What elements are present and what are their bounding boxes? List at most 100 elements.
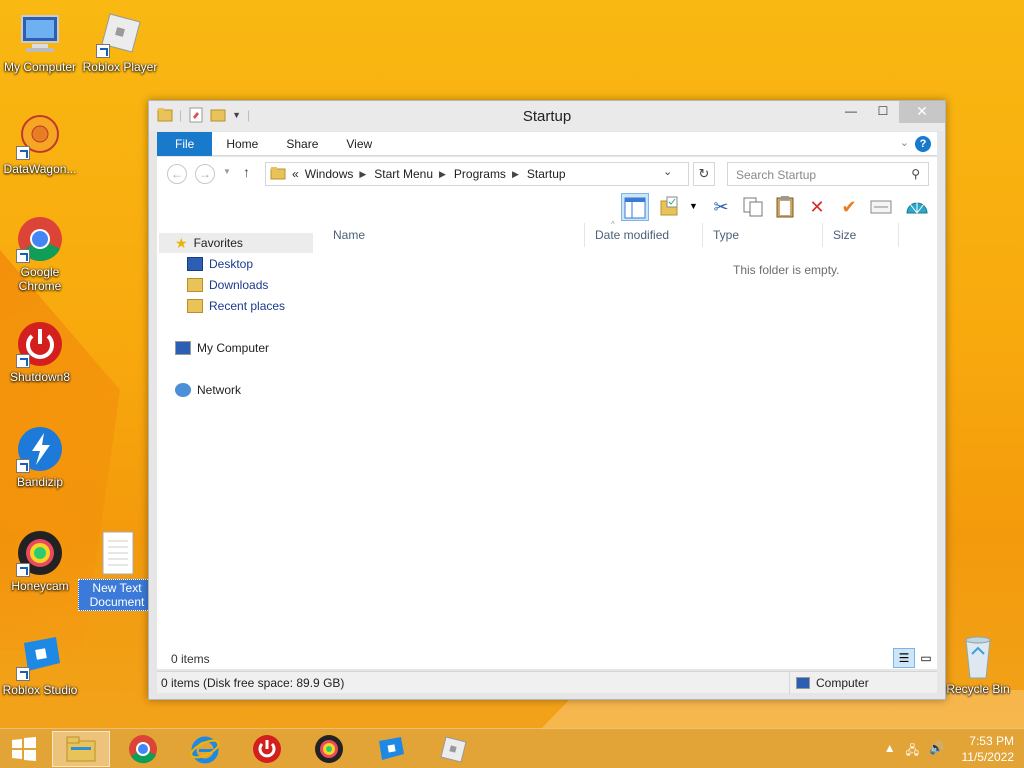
taskbar-internet-explorer[interactable] (176, 731, 234, 767)
desktop-icon-label: Roblox Player (82, 60, 158, 74)
nav-downloads[interactable]: Downloads (187, 275, 268, 295)
desktop-icon-new-text-document[interactable]: New Text Document (78, 529, 156, 611)
chrome-icon (129, 735, 157, 764)
tab-file[interactable]: File (157, 131, 213, 156)
honeycam-icon (315, 735, 343, 763)
tab-home[interactable]: Home (212, 132, 272, 156)
tab-view[interactable]: View (332, 132, 386, 156)
cut-icon[interactable]: ✂ (707, 193, 735, 221)
title-bar[interactable]: | ▼ | Startup — ☐ ✕ (149, 101, 945, 131)
properties-icon[interactable] (867, 193, 895, 221)
recent-places-icon (187, 299, 203, 313)
clock[interactable]: 7:53 PM 11/5/2022 (962, 733, 1015, 765)
rename-check-icon[interactable]: ✔ (835, 193, 863, 221)
close-button[interactable]: ✕ (899, 101, 945, 123)
power-icon (253, 735, 281, 763)
column-header-name[interactable]: Name (323, 223, 585, 247)
ribbon-tabs: File Home Share View ⌄ ? (157, 131, 937, 156)
maximize-button[interactable]: ☐ (867, 101, 899, 123)
folder-options-icon[interactable] (657, 193, 685, 221)
desktop-icon-roblox-studio[interactable]: Roblox Studio (0, 633, 80, 697)
breadcrumb-arrow-icon[interactable]: ▶ (512, 169, 519, 180)
show-hidden-icons-icon[interactable]: ▲ (884, 741, 896, 762)
copy-icon[interactable] (739, 193, 767, 221)
address-bar[interactable]: « Windows ▶ Start Menu ▶ Programs ▶ Star… (265, 162, 689, 186)
breadcrumb-startup[interactable]: Startup (527, 167, 566, 181)
nav-label: Desktop (209, 257, 254, 271)
taskbar-roblox-studio[interactable] (362, 731, 420, 767)
window-controls: — ☐ ✕ (835, 101, 945, 123)
system-tray: ▲ 🖧 🔊 (884, 741, 944, 762)
navigation-pane: ★ Favorites Desktop Downloads Recent pla… (157, 223, 315, 669)
up-arrow-icon[interactable]: ↑ (243, 164, 250, 180)
desktop-icon-bandizip[interactable]: Bandizip (0, 425, 80, 489)
start-button[interactable] (0, 731, 48, 767)
shell-icon[interactable] (903, 193, 931, 221)
nav-desktop[interactable]: Desktop (187, 254, 253, 274)
network-icon[interactable]: 🖧 (906, 741, 919, 762)
nav-favorites[interactable]: ★ Favorites (159, 233, 313, 253)
tab-share[interactable]: Share (272, 132, 332, 156)
shortcut-arrow-icon (16, 563, 30, 577)
search-icon[interactable]: ⚲ (911, 167, 920, 181)
refresh-button[interactable]: ↻ (693, 162, 715, 186)
chevron-down-icon[interactable]: ▼ (689, 201, 698, 211)
text-file-icon (93, 529, 141, 577)
breadcrumb-arrow-icon[interactable]: ▶ (359, 169, 366, 180)
nav-my-computer[interactable]: My Computer (175, 338, 269, 358)
explorer-window[interactable]: | ▼ | Startup — ☐ ✕ File Home Share View… (148, 100, 946, 700)
roblox-studio-icon (16, 633, 64, 681)
desktop-icon-datawagon[interactable]: DataWagon... (0, 112, 80, 176)
back-button[interactable]: ← (167, 164, 187, 184)
breadcrumb-programs[interactable]: Programs (454, 167, 506, 181)
items-count: 0 items (171, 652, 210, 666)
computer-icon (175, 341, 191, 355)
delete-icon[interactable]: ✕ (803, 193, 831, 221)
desktop-icon-label: Shutdown8 (9, 370, 71, 384)
help-icon[interactable]: ? (915, 136, 931, 152)
taskbar-roblox-player[interactable] (424, 731, 482, 767)
taskbar: ▲ 🖧 🔊 7:53 PM 11/5/2022 (0, 728, 1024, 768)
location-indicator: Computer (789, 672, 939, 694)
volume-icon[interactable]: 🔊 (929, 741, 944, 762)
file-list[interactable]: ^ Name Date modified Type Size This fold… (315, 220, 937, 669)
breadcrumb-start-menu[interactable]: Start Menu (374, 167, 433, 181)
taskbar-file-explorer[interactable] (52, 731, 110, 767)
desktop-icon-recycle-bin[interactable]: Recycle Bin (944, 632, 1012, 696)
address-dropdown-icon[interactable]: ⌄ (663, 165, 672, 178)
desktop-icon-honeycam[interactable]: Honeycam (0, 529, 80, 593)
nav-network[interactable]: Network (175, 380, 241, 400)
breadcrumb-arrow-icon[interactable]: ▶ (439, 169, 446, 180)
desktop-icon-roblox-player[interactable]: Roblox Player (80, 10, 160, 74)
minimize-button[interactable]: — (835, 101, 867, 123)
shortcut-arrow-icon (96, 44, 110, 58)
star-icon: ★ (175, 234, 188, 251)
breadcrumb-overflow[interactable]: « (292, 167, 299, 181)
desktop-icon-my-computer[interactable]: My Computer (0, 10, 80, 74)
roblox-studio-icon (379, 737, 404, 760)
nav-recent-places[interactable]: Recent places (187, 296, 285, 316)
recent-locations-icon[interactable]: ▼ (223, 167, 231, 176)
details-bar: 0 items (Disk free space: 89.9 GB) Compu… (157, 671, 939, 694)
forward-button[interactable]: → (195, 164, 215, 184)
taskbar-shutdown8[interactable] (238, 731, 296, 767)
column-header-date-modified[interactable]: Date modified (585, 223, 703, 247)
taskbar-honeycam[interactable] (300, 731, 358, 767)
paste-icon[interactable] (771, 193, 799, 221)
disk-space-text: 0 items (Disk free space: 89.9 GB) (161, 676, 345, 690)
column-header-size[interactable]: Size (823, 223, 899, 247)
desktop-icon-shutdown8[interactable]: Shutdown8 (0, 320, 80, 384)
large-icons-view-button[interactable]: ▭ (915, 648, 937, 668)
desktop-icon-google-chrome[interactable]: Google Chrome (0, 215, 80, 293)
search-input[interactable]: Search Startup ⚲ (727, 162, 929, 186)
taskbar-chrome[interactable] (114, 731, 172, 767)
column-header-type[interactable]: Type (703, 223, 823, 247)
breadcrumb-windows[interactable]: Windows (305, 167, 354, 181)
toolbar: ▼ ✂ ✕ ✔ (157, 191, 937, 223)
expand-ribbon-icon[interactable]: ⌄ (900, 136, 909, 149)
roblox-icon (96, 10, 144, 58)
desktop-icon-label: Bandizip (16, 475, 64, 489)
content-area: ★ Favorites Desktop Downloads Recent pla… (157, 220, 937, 669)
details-view-button[interactable]: ☰ (893, 648, 915, 668)
preview-pane-button[interactable] (621, 193, 649, 221)
